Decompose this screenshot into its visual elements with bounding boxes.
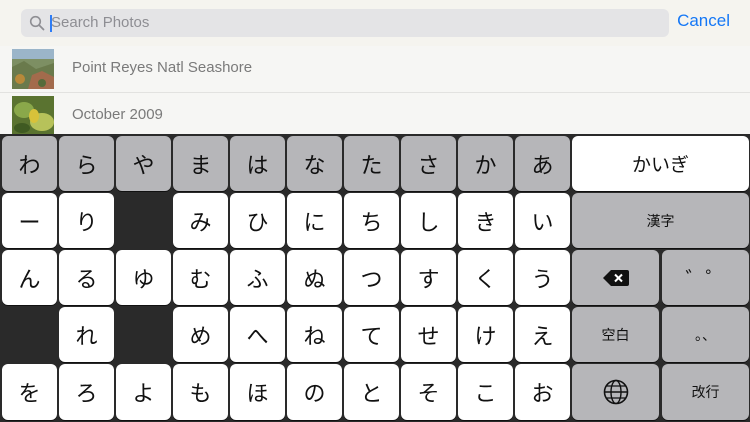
kana-key[interactable]: こ bbox=[458, 364, 513, 420]
kana-key[interactable]: よ bbox=[116, 364, 171, 420]
dakuten-key[interactable]: ゛゜ bbox=[662, 250, 749, 305]
kana-key[interactable]: ら bbox=[59, 136, 114, 191]
kana-key[interactable]: た bbox=[344, 136, 399, 191]
japanese-kana-keyboard: かいぎ 漢字 ゛゜ 空白 。、 改行 わらやまはなたさかあーり みひにちしきいんる… bbox=[0, 134, 750, 422]
kana-key[interactable]: を bbox=[2, 364, 57, 420]
kana-key[interactable]: そ bbox=[401, 364, 456, 420]
search-bar: Cancel bbox=[0, 0, 750, 47]
kana-key[interactable]: ぬ bbox=[287, 250, 342, 305]
kana-key[interactable]: と bbox=[344, 364, 399, 420]
punctuation-key[interactable]: 。、 bbox=[662, 307, 749, 362]
search-input[interactable] bbox=[51, 9, 651, 37]
delete-key[interactable] bbox=[572, 250, 659, 305]
kana-key[interactable]: ー bbox=[2, 193, 57, 248]
kana-key[interactable]: い bbox=[515, 193, 570, 248]
kana-key[interactable]: け bbox=[458, 307, 513, 362]
kana-key[interactable]: は bbox=[230, 136, 285, 191]
photo-thumbnail bbox=[12, 96, 54, 136]
space-key[interactable]: 空白 bbox=[572, 307, 659, 362]
kana-key[interactable]: れ bbox=[59, 307, 114, 362]
candidate-key[interactable]: かいぎ bbox=[572, 136, 749, 191]
kana-key[interactable]: る bbox=[59, 250, 114, 305]
kana-key[interactable]: し bbox=[401, 193, 456, 248]
globe-icon bbox=[603, 379, 628, 405]
result-row[interactable]: October 2009 bbox=[0, 93, 750, 140]
kana-key[interactable]: く bbox=[458, 250, 513, 305]
search-icon bbox=[29, 15, 45, 31]
kana-key[interactable]: う bbox=[515, 250, 570, 305]
search-field[interactable] bbox=[21, 9, 669, 37]
kana-key[interactable]: ひ bbox=[230, 193, 285, 248]
kana-key[interactable]: ま bbox=[173, 136, 228, 191]
kana-key[interactable]: ん bbox=[2, 250, 57, 305]
kana-key[interactable]: て bbox=[344, 307, 399, 362]
kana-key[interactable]: あ bbox=[515, 136, 570, 191]
kana-key[interactable]: に bbox=[287, 193, 342, 248]
return-key[interactable]: 改行 bbox=[662, 364, 749, 420]
kana-key[interactable]: り bbox=[59, 193, 114, 248]
kana-key[interactable]: わ bbox=[2, 136, 57, 191]
kana-key[interactable]: き bbox=[458, 193, 513, 248]
kana-key[interactable]: か bbox=[458, 136, 513, 191]
photo-thumbnail bbox=[12, 49, 54, 89]
search-results: Point Reyes Natl Seashore October 2009 bbox=[0, 46, 750, 140]
kana-key[interactable]: へ bbox=[230, 307, 285, 362]
kana-key[interactable]: ろ bbox=[59, 364, 114, 420]
backspace-icon bbox=[602, 269, 629, 286]
kana-key[interactable]: ほ bbox=[230, 364, 285, 420]
kana-key[interactable]: え bbox=[515, 307, 570, 362]
kanji-key[interactable]: 漢字 bbox=[572, 193, 749, 248]
kana-key[interactable]: ち bbox=[344, 193, 399, 248]
cancel-button[interactable]: Cancel bbox=[677, 11, 730, 31]
result-label: October 2009 bbox=[72, 106, 163, 123]
kana-key[interactable]: み bbox=[173, 193, 228, 248]
kana-key[interactable]: や bbox=[116, 136, 171, 191]
kana-key[interactable]: せ bbox=[401, 307, 456, 362]
kana-key[interactable]: ね bbox=[287, 307, 342, 362]
kana-key[interactable]: ふ bbox=[230, 250, 285, 305]
kana-key[interactable]: ゆ bbox=[116, 250, 171, 305]
result-row[interactable]: Point Reyes Natl Seashore bbox=[0, 46, 750, 93]
kana-key[interactable]: も bbox=[173, 364, 228, 420]
globe-key[interactable] bbox=[572, 364, 659, 420]
kana-key[interactable]: さ bbox=[401, 136, 456, 191]
kana-key[interactable]: お bbox=[515, 364, 570, 420]
result-label: Point Reyes Natl Seashore bbox=[72, 59, 253, 76]
kana-key[interactable]: め bbox=[173, 307, 228, 362]
kana-key[interactable]: す bbox=[401, 250, 456, 305]
kana-key[interactable]: の bbox=[287, 364, 342, 420]
kana-key[interactable]: な bbox=[287, 136, 342, 191]
kana-key[interactable]: つ bbox=[344, 250, 399, 305]
kana-key[interactable]: む bbox=[173, 250, 228, 305]
